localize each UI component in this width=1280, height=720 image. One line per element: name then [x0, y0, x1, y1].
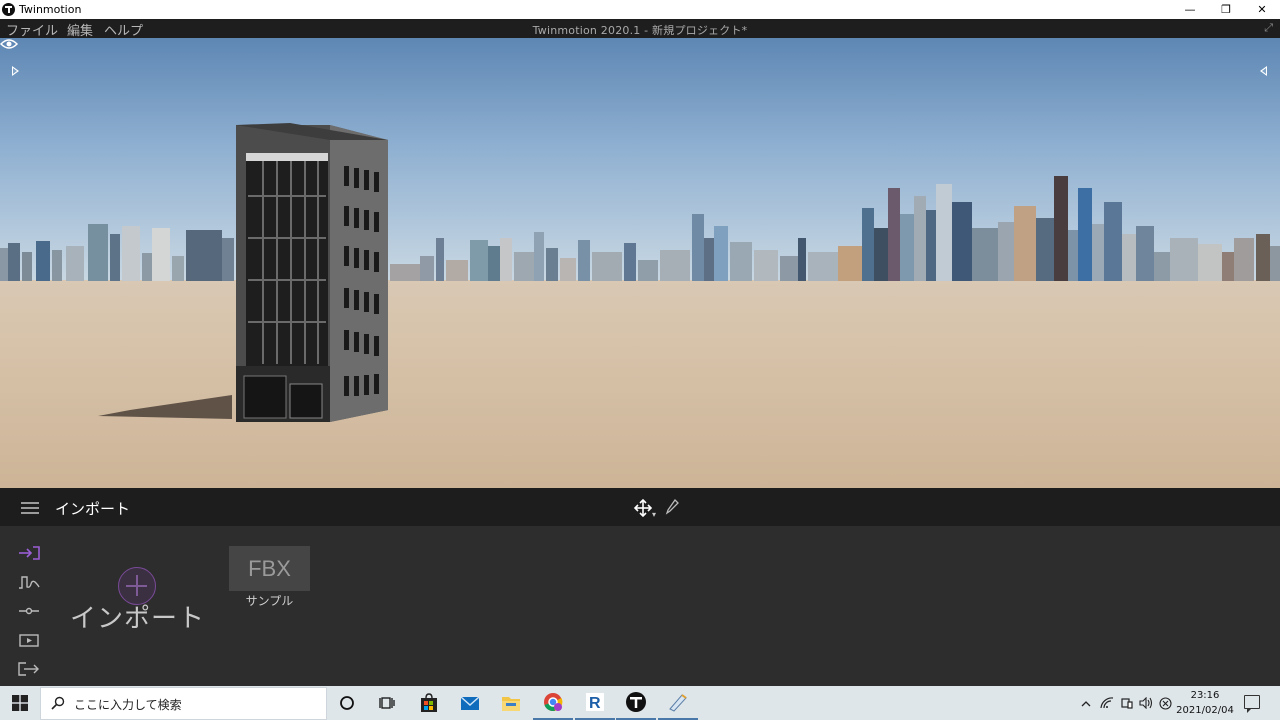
- search-icon: [51, 696, 65, 710]
- taskbar-clock[interactable]: 23:16 2021/02/04: [1176, 688, 1234, 718]
- svg-text:R: R: [589, 695, 601, 712]
- taskbar-search[interactable]: ここに入力して検索: [40, 687, 327, 720]
- expand-left-panel-icon[interactable]: [12, 66, 19, 76]
- notification-off-icon[interactable]: [1156, 686, 1174, 720]
- network-icon[interactable]: [1118, 686, 1136, 720]
- hamburger-menu-icon[interactable]: [21, 502, 39, 514]
- twinmotion-logo-icon: [2, 3, 15, 16]
- minimize-button[interactable]: —: [1172, 0, 1208, 19]
- move-tool-dropdown-icon[interactable]: ▾: [652, 510, 656, 519]
- store-icon[interactable]: [409, 686, 449, 720]
- sample-fbx-thumbnail[interactable]: FBX: [229, 546, 310, 591]
- volume-icon[interactable]: [1137, 686, 1155, 720]
- clock-date: 2021/02/04: [1176, 705, 1234, 716]
- settings-tab-icon[interactable]: [14, 596, 44, 625]
- start-button[interactable]: [0, 686, 40, 720]
- scene-render: [0, 38, 1280, 488]
- menu-bar: ファイル 編集 ヘルプ Twinmotion 2020.1 - 新規プロジェクト…: [0, 19, 1280, 39]
- cortana-icon[interactable]: [327, 686, 367, 720]
- app-title: Twinmotion: [19, 3, 82, 16]
- project-title: Twinmotion 2020.1 - 新規プロジェクト*: [532, 24, 748, 37]
- panel-title: インポート: [55, 500, 131, 518]
- show-hidden-icons-icon[interactable]: [1078, 686, 1094, 720]
- fullscreen-icon[interactable]: ⤢: [1264, 21, 1273, 35]
- export-tab-icon[interactable]: [14, 654, 44, 683]
- revit-icon[interactable]: R: [575, 686, 615, 720]
- viewport-3d[interactable]: [0, 38, 1280, 488]
- close-button[interactable]: ✕: [1244, 0, 1280, 19]
- sketch-app-icon[interactable]: [658, 686, 698, 720]
- expand-right-panel-icon[interactable]: [1260, 66, 1267, 76]
- twinmotion-icon[interactable]: [616, 686, 656, 720]
- file-explorer-icon[interactable]: [491, 686, 531, 720]
- path-tab-icon[interactable]: [14, 567, 44, 596]
- media-tab-icon[interactable]: [14, 625, 44, 654]
- task-view-icon[interactable]: [367, 686, 407, 720]
- wifi-icon[interactable]: [1098, 686, 1116, 720]
- import-panel: インポート FBX サンプル: [0, 526, 1280, 686]
- clock-time: 23:16: [1190, 690, 1220, 701]
- eye-icon[interactable]: [0, 38, 18, 50]
- action-center-icon[interactable]: [1244, 695, 1260, 713]
- mail-icon[interactable]: [450, 686, 490, 720]
- restore-button[interactable]: ❐: [1208, 0, 1244, 19]
- windows-logo-icon: [12, 695, 28, 711]
- windows-taskbar: ここに入力して検索 R 23:16 2021/02/04: [0, 686, 1280, 720]
- eyedropper-icon[interactable]: [665, 499, 679, 515]
- title-bar: Twinmotion — ❐ ✕: [0, 0, 1280, 19]
- move-tool-icon[interactable]: [633, 498, 653, 518]
- search-placeholder: ここに入力して検索: [74, 698, 182, 712]
- window-controls: — ❐ ✕: [1172, 0, 1280, 19]
- import-label[interactable]: インポート: [70, 598, 205, 635]
- import-tab-icon[interactable]: [14, 538, 44, 567]
- side-toolbar: [14, 538, 44, 683]
- panel-header: インポート ▾: [0, 488, 1280, 526]
- building-model: [236, 123, 388, 422]
- sample-fbx-label: サンプル: [245, 594, 294, 608]
- chrome-icon[interactable]: [533, 686, 573, 720]
